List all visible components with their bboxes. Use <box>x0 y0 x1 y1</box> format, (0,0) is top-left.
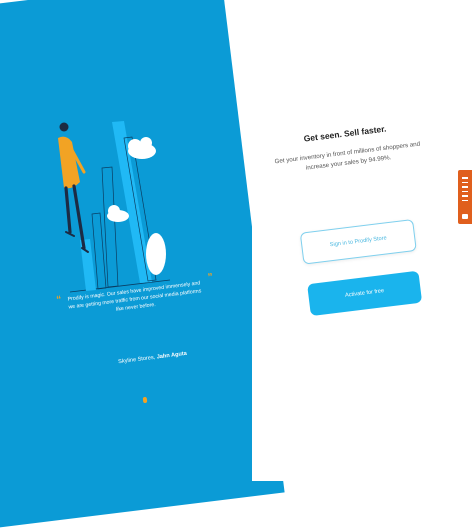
signin-button[interactable]: Sign in to Prodify Store <box>299 218 417 265</box>
cloud-top-icon <box>128 137 156 159</box>
person-figure <box>58 122 89 253</box>
cloud-mid-icon <box>107 205 129 222</box>
chat-icon <box>462 214 468 219</box>
egg-shape <box>146 233 166 275</box>
illustration-group <box>58 121 171 293</box>
feedback-side-tab[interactable] <box>458 170 472 224</box>
carousel-dot[interactable] <box>142 396 148 404</box>
signup-form: Get seen. Sell faster. Get your inventor… <box>269 112 441 319</box>
subtitle: Get your inventory in front of millions … <box>274 140 421 172</box>
feedback-tab-label <box>460 174 470 208</box>
scene: “ Prodify is magic. Our sales have impro… <box>0 0 472 528</box>
